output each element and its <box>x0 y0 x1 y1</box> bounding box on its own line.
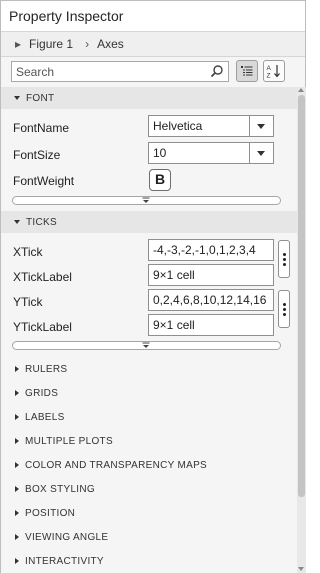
section-header-ticks[interactable]: TICKS <box>1 211 297 233</box>
bold-toggle-button[interactable]: B <box>149 169 171 191</box>
more-dot <box>283 258 286 261</box>
more-dot <box>283 308 286 311</box>
property-label-xticklabel: XTickLabel <box>13 270 72 284</box>
property-inspector-window: Property Inspector ▸ Figure 1 › Axes Sea… <box>0 0 306 573</box>
caret-down-icon <box>14 220 20 224</box>
property-label-xtick: XTick <box>13 245 43 259</box>
section-header-multiple-plots[interactable]: MULTIPLE PLOTS <box>1 429 297 453</box>
section-title: BOX STYLING <box>25 483 95 495</box>
caret-right-icon <box>15 486 19 492</box>
expand-more-properties-font[interactable] <box>12 196 281 205</box>
search-toolbar: A Z <box>1 57 305 87</box>
caret-right-icon <box>15 510 19 516</box>
fontsize-field[interactable]: 10 <box>148 142 250 164</box>
fontname-dropdown-button[interactable] <box>249 115 274 137</box>
caret-right-icon <box>15 390 19 396</box>
double-chevron-down-icon <box>142 342 150 348</box>
more-dot <box>283 263 286 266</box>
section-title: INTERACTIVITY <box>25 555 104 567</box>
breadcrumb-item-axes[interactable]: Axes <box>97 37 124 51</box>
expand-more-properties-ticks[interactable] <box>12 341 281 350</box>
section-header-interactivity[interactable]: INTERACTIVITY <box>1 549 297 573</box>
scroll-down-icon[interactable] <box>298 567 304 571</box>
more-dot <box>283 313 286 316</box>
section-title: COLOR AND TRANSPARENCY MAPS <box>25 459 208 471</box>
group-view-button[interactable] <box>236 60 258 82</box>
chevron-down-icon <box>257 124 265 129</box>
section-title-font: FONT <box>26 92 55 104</box>
xticklabel-field[interactable]: 9×1 cell <box>148 264 274 286</box>
section-title: VIEWING ANGLE <box>25 531 109 543</box>
caret-right-icon <box>15 462 19 468</box>
window-title: Property Inspector <box>1 1 305 31</box>
search-icon <box>210 65 223 78</box>
svg-text:A: A <box>267 65 272 72</box>
caret-down-icon <box>14 96 20 100</box>
breadcrumb-item-figure[interactable]: Figure 1 <box>29 37 73 51</box>
scrollbar-thumb[interactable] <box>298 95 305 497</box>
section-title-ticks: TICKS <box>26 216 57 228</box>
section-title: MULTIPLE PLOTS <box>25 435 113 447</box>
ytick-field[interactable]: 0,2,4,6,8,10,12,14,16 <box>148 289 274 311</box>
more-dot <box>283 253 286 256</box>
ytick-more-button[interactable] <box>278 290 290 328</box>
property-label-ytick: YTick <box>13 295 43 309</box>
property-label-fontweight: FontWeight <box>13 174 75 188</box>
more-dot <box>283 303 286 306</box>
section-header-position[interactable]: POSITION <box>1 501 297 525</box>
svg-text:Z: Z <box>267 73 271 80</box>
section-title: RULERS <box>25 363 68 375</box>
fontname-field[interactable]: Helvetica <box>148 115 250 137</box>
chevron-right-icon: ▸ <box>15 37 22 51</box>
sort-az-icon: A Z <box>267 65 280 80</box>
section-header-box-styling[interactable]: BOX STYLING <box>1 477 297 501</box>
section-header-rulers[interactable]: RULERS <box>1 357 297 381</box>
breadcrumb: ▸ Figure 1 › Axes <box>1 31 305 57</box>
caret-right-icon <box>15 534 19 540</box>
section-header-labels[interactable]: LABELS <box>1 405 297 429</box>
double-chevron-down-icon <box>142 197 150 203</box>
caret-right-icon <box>15 438 19 444</box>
section-header-color-transparency-maps[interactable]: COLOR AND TRANSPARENCY MAPS <box>1 453 297 477</box>
vertical-scrollbar[interactable] <box>297 87 306 573</box>
search-input[interactable] <box>12 62 202 81</box>
section-header-grids[interactable]: GRIDS <box>1 381 297 405</box>
properties-panel[interactable]: FONT FontName Helvetica FontSize 10 Font… <box>1 87 297 573</box>
section-header-viewing-angle[interactable]: VIEWING ANGLE <box>1 525 297 549</box>
caret-right-icon <box>15 414 19 420</box>
chevron-down-icon <box>257 151 265 156</box>
sort-alphabetical-button[interactable]: A Z <box>263 60 285 82</box>
section-title: POSITION <box>25 507 76 519</box>
yticklabel-field[interactable]: 9×1 cell <box>148 314 274 336</box>
search-box[interactable] <box>11 61 229 82</box>
xtick-field[interactable]: -4,-3,-2,-1,0,1,2,3,4 <box>148 239 274 261</box>
fontsize-dropdown-button[interactable] <box>249 142 274 164</box>
xtick-more-button[interactable] <box>278 240 290 278</box>
section-title: LABELS <box>25 411 65 423</box>
section-title: GRIDS <box>25 387 59 399</box>
property-label-fontsize: FontSize <box>13 148 61 162</box>
chevron-right-icon: › <box>85 37 90 51</box>
caret-right-icon <box>15 366 19 372</box>
section-header-font[interactable]: FONT <box>1 87 297 109</box>
property-label-fontname: FontName <box>13 121 70 135</box>
group-view-icon <box>241 66 253 76</box>
caret-right-icon <box>15 558 19 564</box>
scroll-up-icon[interactable] <box>298 88 304 92</box>
property-label-yticklabel: YTickLabel <box>13 320 72 334</box>
